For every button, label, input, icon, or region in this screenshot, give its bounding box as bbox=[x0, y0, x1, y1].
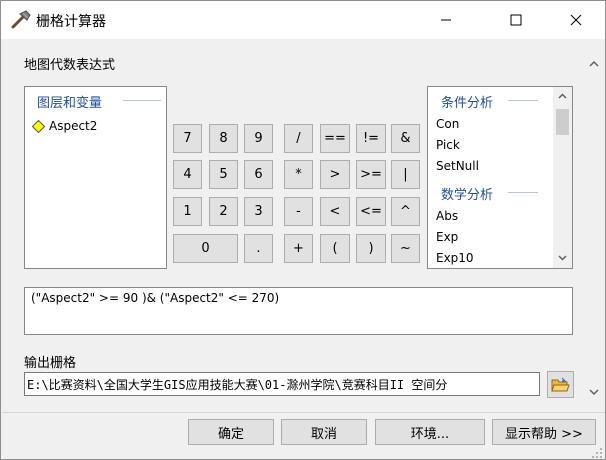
browse-output-button[interactable] bbox=[547, 371, 574, 398]
key-6-button[interactable]: 6 bbox=[244, 160, 273, 189]
function-item-con[interactable]: Con bbox=[436, 117, 459, 131]
layer-item-label: Aspect2 bbox=[49, 119, 98, 133]
key-9-button[interactable]: 9 bbox=[244, 124, 273, 153]
key-multiply-button[interactable]: * bbox=[284, 160, 313, 189]
function-group-rule bbox=[508, 100, 538, 101]
raster-layer-icon bbox=[32, 119, 45, 133]
window-title: 栅格计算器 bbox=[36, 14, 106, 30]
function-item-exp[interactable]: Exp bbox=[436, 230, 458, 244]
button-bar-divider bbox=[2, 412, 605, 413]
key-close-paren-button[interactable]: ) bbox=[356, 234, 386, 263]
ok-button[interactable]: 确定 bbox=[188, 419, 274, 445]
function-group-rule bbox=[508, 192, 538, 193]
maximize-icon bbox=[510, 14, 522, 26]
dialog-vertical-scrollbar[interactable] bbox=[584, 49, 604, 414]
layers-header-rule bbox=[123, 100, 161, 101]
key-greater-button[interactable]: > bbox=[320, 160, 350, 189]
scroll-up-icon bbox=[589, 60, 599, 67]
output-raster-path-field[interactable]: E:\比赛资料\全国大学生GIS应用技能大赛\01-滁州学院\竞赛科目II 空间… bbox=[24, 372, 540, 396]
function-item-abs[interactable]: Abs bbox=[436, 209, 458, 223]
layer-item-aspect2[interactable]: Aspect2 bbox=[32, 119, 97, 133]
resize-grip-icon[interactable] bbox=[591, 447, 603, 459]
expression-input[interactable]: ("Aspect2" >= 90 )& ("Aspect2" <= 270) bbox=[24, 287, 573, 335]
key-less-button[interactable]: < bbox=[320, 197, 350, 226]
dialog-body: 地图代数表达式 图层和变量 Aspect2 条件分析 Con Pick SetN… bbox=[2, 39, 605, 412]
expression-section-label: 地图代数表达式 bbox=[24, 58, 116, 73]
key-plus-button[interactable]: + bbox=[284, 234, 313, 263]
key-minus-button[interactable]: - bbox=[284, 197, 313, 226]
scroll-up-icon bbox=[558, 93, 567, 99]
layers-header: 图层和变量 bbox=[37, 96, 103, 111]
key-7-button[interactable]: 7 bbox=[173, 124, 202, 153]
maximize-button[interactable] bbox=[493, 1, 539, 39]
key-equal-button[interactable]: == bbox=[320, 124, 350, 153]
key-8-button[interactable]: 8 bbox=[209, 124, 238, 153]
key-and-button[interactable]: & bbox=[391, 124, 420, 153]
key-1-button[interactable]: 1 bbox=[173, 197, 202, 226]
key-less-equal-button[interactable]: <= bbox=[356, 197, 386, 226]
function-item-pick[interactable]: Pick bbox=[436, 138, 460, 152]
minimize-icon bbox=[441, 19, 451, 21]
hammer-icon bbox=[9, 9, 33, 31]
function-group-header: 数学分析 bbox=[441, 188, 494, 203]
key-open-paren-button[interactable]: ( bbox=[320, 234, 350, 263]
function-group-header: 条件分析 bbox=[441, 96, 494, 111]
function-list[interactable]: 条件分析 Con Pick SetNull 数学分析 Abs Exp Exp10 bbox=[427, 86, 573, 269]
key-power-button[interactable]: ^ bbox=[391, 197, 420, 226]
scroll-down-icon bbox=[589, 389, 599, 396]
key-or-button[interactable]: | bbox=[391, 160, 420, 189]
key-0-button[interactable]: 0 bbox=[173, 234, 238, 263]
open-folder-icon bbox=[551, 377, 570, 391]
scroll-down-icon bbox=[558, 255, 567, 261]
show-help-button[interactable]: 显示帮助 >> bbox=[492, 419, 596, 445]
key-4-button[interactable]: 4 bbox=[173, 160, 202, 189]
function-item-setnull[interactable]: SetNull bbox=[436, 159, 479, 173]
function-list-scrollbar[interactable] bbox=[553, 87, 572, 268]
raster-calculator-window: 栅格计算器 地图代数表达式 图层和变量 Aspect2 条件分析 Con Pic… bbox=[0, 0, 606, 460]
key-3-button[interactable]: 3 bbox=[244, 197, 273, 226]
key-greater-equal-button[interactable]: >= bbox=[356, 160, 386, 189]
key-5-button[interactable]: 5 bbox=[209, 160, 238, 189]
key-not-button[interactable]: ~ bbox=[391, 234, 420, 263]
key-dot-button[interactable]: . bbox=[244, 234, 273, 263]
key-not-equal-button[interactable]: != bbox=[356, 124, 386, 153]
environments-button[interactable]: 环境... bbox=[375, 419, 485, 445]
title-bar: 栅格计算器 bbox=[1, 1, 605, 39]
output-raster-label: 输出栅格 bbox=[24, 356, 77, 371]
key-divide-button[interactable]: / bbox=[284, 124, 313, 153]
close-icon bbox=[570, 14, 582, 26]
close-button[interactable] bbox=[553, 1, 599, 39]
cancel-button[interactable]: 取消 bbox=[281, 419, 367, 445]
key-2-button[interactable]: 2 bbox=[209, 197, 238, 226]
minimize-button[interactable] bbox=[423, 1, 469, 39]
function-item-exp10[interactable]: Exp10 bbox=[436, 251, 474, 265]
layers-and-variables-list[interactable]: 图层和变量 Aspect2 bbox=[24, 86, 167, 269]
scroll-thumb[interactable] bbox=[556, 109, 569, 135]
